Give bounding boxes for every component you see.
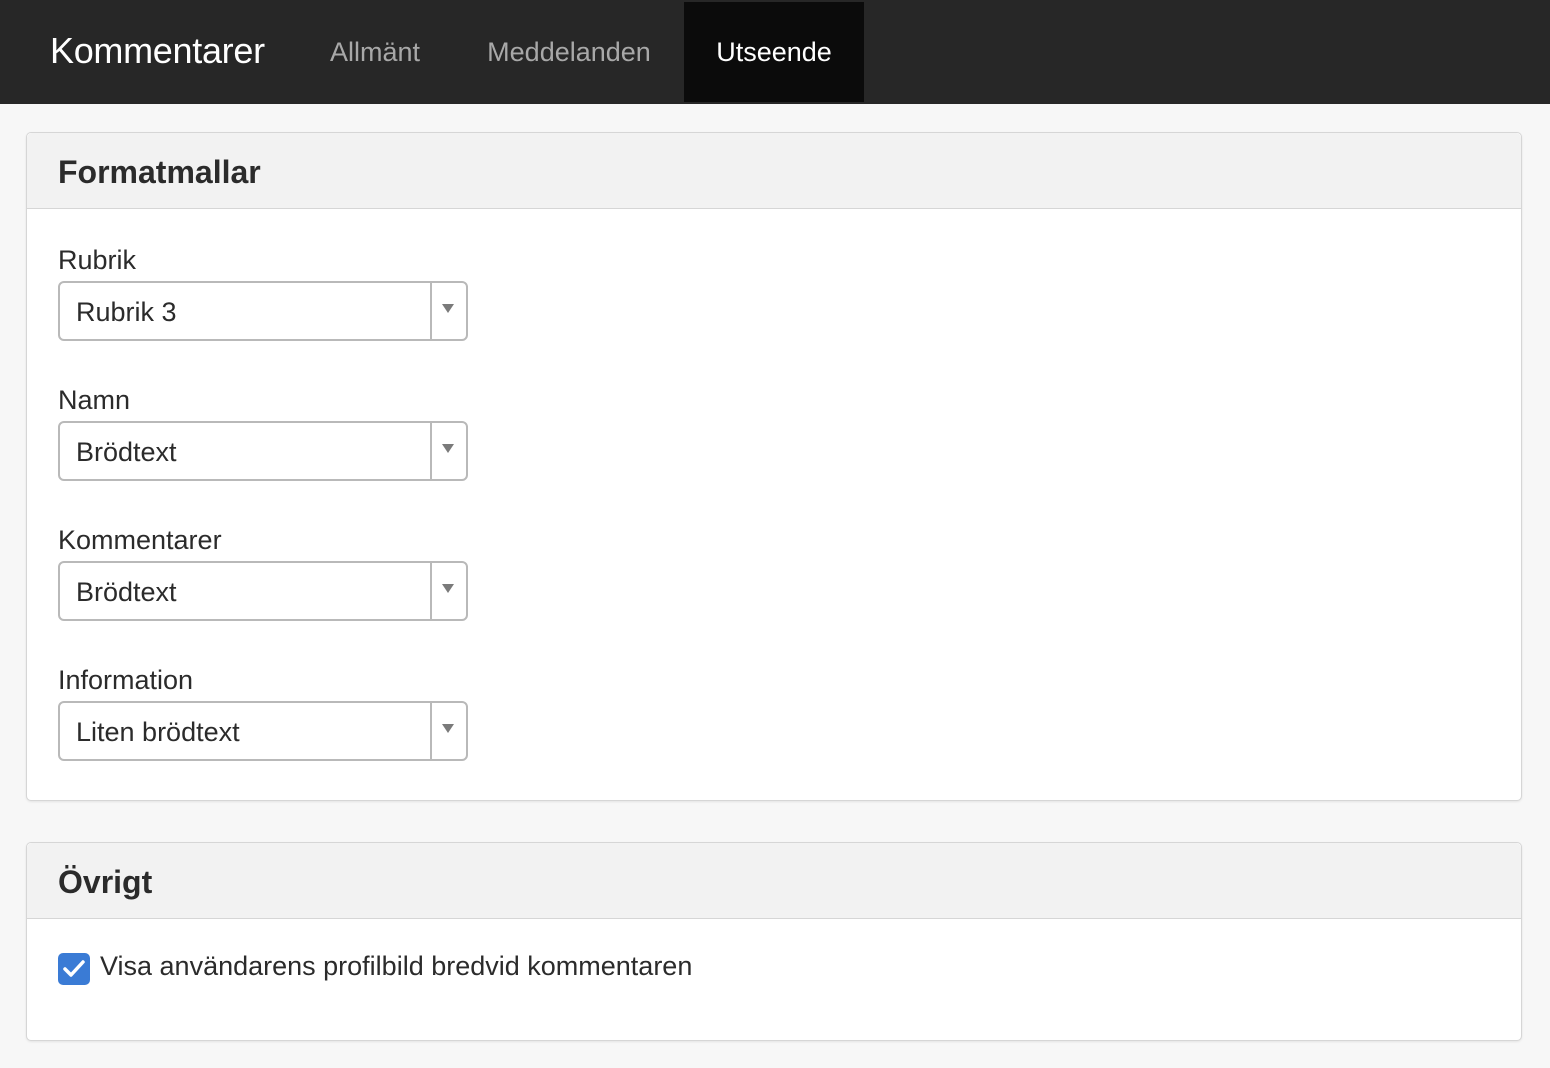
select-divider [430, 703, 432, 759]
rubrik-select[interactable]: Rubrik 3 [58, 281, 468, 341]
styles-panel-title: Formatmallar [27, 133, 1521, 209]
app-title: Kommentarer [50, 30, 265, 71]
chevron-down-icon [442, 724, 454, 733]
chevron-down-icon [442, 584, 454, 593]
select-divider [430, 563, 432, 619]
chevron-down-icon [442, 444, 454, 453]
styles-panel: Formatmallar Rubrik Rubrik 3 Namn Brödte… [26, 132, 1522, 801]
kommentarer-select[interactable]: Brödtext [58, 561, 468, 621]
namn-select[interactable]: Brödtext [58, 421, 468, 481]
top-navbar: Kommentarer Allmänt Meddelanden Utseende [0, 0, 1550, 104]
select-divider [430, 423, 432, 479]
rubrik-label: Rubrik [58, 245, 137, 275]
other-panel-title: Övrigt [27, 843, 1521, 919]
namn-select-value: Brödtext [76, 437, 177, 467]
select-divider [430, 283, 432, 339]
tab-utseende[interactable]: Utseende [684, 2, 864, 102]
information-select[interactable]: Liten brödtext [58, 701, 468, 761]
kommentarer-label: Kommentarer [58, 525, 222, 555]
rubrik-select-value: Rubrik 3 [76, 297, 177, 327]
tab-allmant[interactable]: Allmänt [300, 2, 450, 102]
profile-picture-checkbox-label[interactable]: Visa användarens profilbild bredvid komm… [100, 951, 692, 982]
information-select-value: Liten brödtext [76, 717, 240, 747]
tab-meddelanden[interactable]: Meddelanden [455, 2, 683, 102]
namn-label: Namn [58, 385, 131, 415]
other-panel: Övrigt Visa användarens profilbild bredv… [26, 842, 1522, 1041]
information-label: Information [58, 665, 194, 695]
profile-picture-checkbox[interactable] [58, 953, 90, 985]
checkmark-icon [63, 960, 85, 977]
kommentarer-select-value: Brödtext [76, 577, 177, 607]
chevron-down-icon [442, 304, 454, 313]
